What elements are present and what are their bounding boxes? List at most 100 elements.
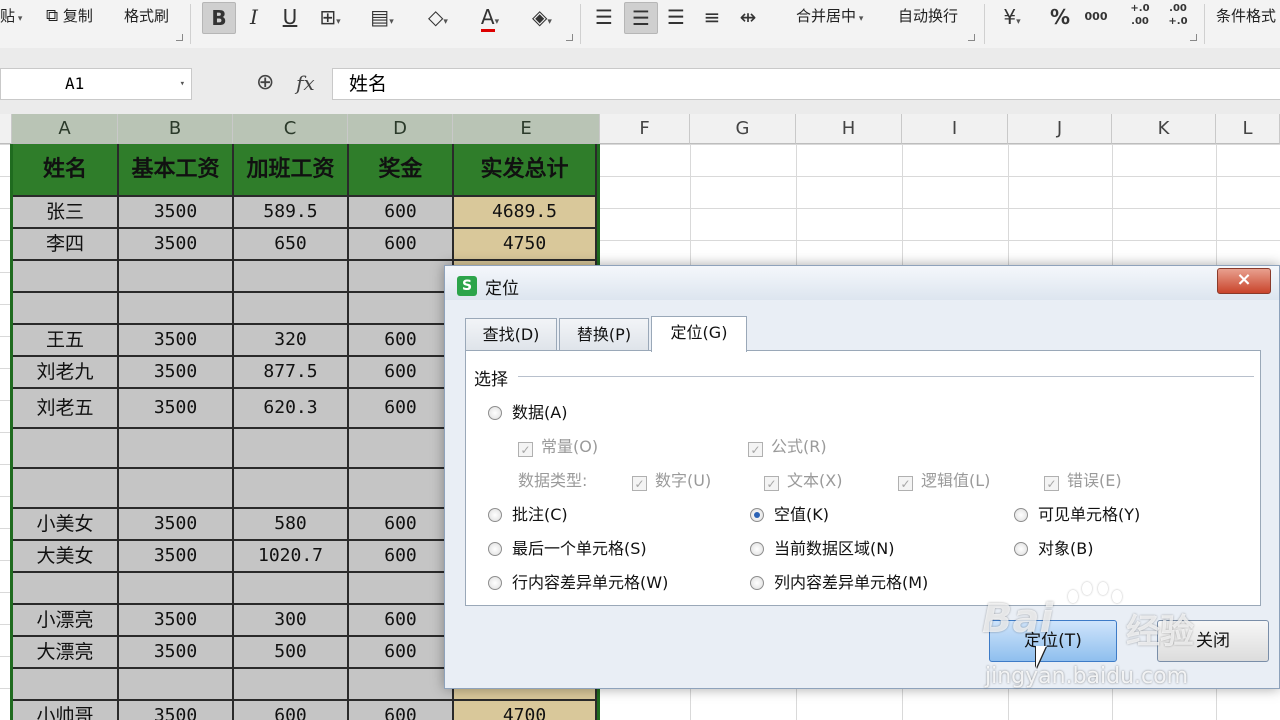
chevron-down-icon[interactable]: ▾ bbox=[180, 69, 185, 99]
table-cell[interactable] bbox=[234, 261, 349, 293]
table-cell[interactable]: 650 bbox=[234, 229, 349, 261]
table-cell[interactable]: 600 bbox=[349, 229, 454, 261]
name-box[interactable]: A1 ▾ bbox=[0, 68, 192, 100]
table-cell[interactable] bbox=[13, 573, 119, 605]
underline-button[interactable]: U bbox=[274, 2, 306, 32]
radio-object[interactable]: 对象(B) bbox=[1014, 539, 1093, 559]
table-cell[interactable]: 3500 bbox=[119, 325, 234, 357]
table-cell[interactable]: 4700 bbox=[454, 701, 597, 720]
table-cell[interactable] bbox=[234, 573, 349, 605]
table-cell[interactable] bbox=[234, 469, 349, 509]
column-header[interactable]: I bbox=[902, 114, 1008, 144]
table-cell[interactable] bbox=[349, 293, 454, 325]
column-header[interactable]: K bbox=[1112, 114, 1216, 144]
table-cell[interactable]: 大美女 bbox=[13, 541, 119, 573]
table-cell[interactable] bbox=[13, 261, 119, 293]
table-cell[interactable]: 4750 bbox=[454, 229, 597, 261]
table-cell[interactable]: 600 bbox=[349, 637, 454, 669]
justify-button[interactable]: ≡ bbox=[696, 2, 728, 32]
table-cell[interactable]: 620.3 bbox=[234, 389, 349, 429]
decrease-decimal-button[interactable]: .00 +.0 bbox=[1158, 2, 1198, 32]
table-cell[interactable]: 600 bbox=[349, 605, 454, 637]
column-header[interactable]: J bbox=[1008, 114, 1112, 144]
format-painter-button[interactable]: 格式刷 bbox=[124, 0, 169, 32]
dialog-launcher-icon[interactable] bbox=[1190, 34, 1197, 41]
table-cell[interactable]: 3500 bbox=[119, 605, 234, 637]
font-color-button[interactable]: A▾ bbox=[474, 2, 506, 32]
table-cell[interactable] bbox=[119, 293, 234, 325]
table-cell[interactable]: 大漂亮 bbox=[13, 637, 119, 669]
table-cell[interactable]: 3500 bbox=[119, 701, 234, 720]
zoom-formula-icon[interactable]: ⊕ bbox=[256, 68, 274, 98]
table-cell[interactable]: 3500 bbox=[119, 197, 234, 229]
table-cell[interactable]: 4689.5 bbox=[454, 197, 597, 229]
dialog-launcher-icon[interactable] bbox=[968, 34, 975, 41]
table-header-cell[interactable]: 奖金 bbox=[349, 144, 454, 197]
table-cell[interactable]: 320 bbox=[234, 325, 349, 357]
table-cell[interactable]: 600 bbox=[349, 325, 454, 357]
percent-button[interactable]: % bbox=[1044, 2, 1076, 32]
paste-button[interactable]: 贴 ▾ bbox=[0, 0, 22, 32]
checkbox-constant[interactable]: ✓ 常量(O) bbox=[518, 437, 598, 457]
table-cell[interactable] bbox=[119, 669, 234, 701]
table-cell[interactable] bbox=[349, 261, 454, 293]
currency-button[interactable]: ¥▾ bbox=[996, 2, 1028, 32]
table-cell[interactable]: 500 bbox=[234, 637, 349, 669]
checkbox-formula[interactable]: ✓ 公式(R) bbox=[748, 437, 827, 457]
radio-visible-cells[interactable]: 可见单元格(Y) bbox=[1014, 505, 1140, 525]
clear-format-button[interactable]: ◈▾ bbox=[526, 2, 558, 32]
table-cell[interactable] bbox=[349, 469, 454, 509]
dialog-launcher-icon[interactable] bbox=[176, 34, 183, 41]
table-cell[interactable]: 李四 bbox=[13, 229, 119, 261]
column-header[interactable]: H bbox=[796, 114, 902, 144]
increase-decimal-button[interactable]: +.0 .00 bbox=[1120, 2, 1160, 32]
dialog-launcher-icon[interactable] bbox=[566, 34, 573, 41]
table-cell[interactable]: 3500 bbox=[119, 637, 234, 669]
border-button[interactable]: ⊞▾ bbox=[314, 2, 346, 32]
table-cell[interactable] bbox=[13, 293, 119, 325]
insert-function-button[interactable]: fx bbox=[296, 68, 315, 98]
table-cell[interactable]: 589.5 bbox=[234, 197, 349, 229]
radio-current-region[interactable]: 当前数据区域(N) bbox=[750, 539, 894, 559]
table-cell[interactable] bbox=[119, 573, 234, 605]
radio-last-cell[interactable]: 最后一个单元格(S) bbox=[488, 539, 647, 559]
table-header-cell[interactable]: 加班工资 bbox=[234, 144, 349, 197]
align-center-button[interactable]: ☰ bbox=[624, 2, 658, 34]
italic-button[interactable]: I bbox=[238, 2, 270, 32]
column-header[interactable]: L bbox=[1216, 114, 1280, 144]
table-cell[interactable]: 王五 bbox=[13, 325, 119, 357]
distribute-button[interactable]: ⇹ bbox=[732, 2, 764, 32]
radio-column-differences[interactable]: 列内容差异单元格(M) bbox=[750, 573, 928, 593]
table-cell[interactable]: 3500 bbox=[119, 541, 234, 573]
column-header[interactable]: A bbox=[12, 114, 118, 144]
conditional-format-button[interactable]: 条件格式 bbox=[1216, 0, 1276, 32]
table-cell[interactable]: 刘老九 bbox=[13, 357, 119, 389]
table-cell[interactable]: 600 bbox=[349, 509, 454, 541]
table-cell[interactable]: 600 bbox=[349, 541, 454, 573]
checkbox-text[interactable]: ✓ 文本(X) bbox=[764, 471, 842, 491]
table-cell[interactable]: 877.5 bbox=[234, 357, 349, 389]
table-cell[interactable] bbox=[349, 573, 454, 605]
close-icon[interactable]: × bbox=[1217, 268, 1271, 294]
table-cell[interactable]: 600 bbox=[349, 389, 454, 429]
merge-center-button[interactable]: 合并居中 ▾ bbox=[796, 0, 863, 32]
align-left-button[interactable]: ☰ bbox=[588, 2, 620, 32]
table-header-cell[interactable]: 基本工资 bbox=[119, 144, 234, 197]
bold-button[interactable]: B bbox=[202, 2, 236, 34]
table-cell[interactable] bbox=[234, 669, 349, 701]
radio-data[interactable]: 数据(A) bbox=[488, 403, 567, 423]
table-cell[interactable]: 1020.7 bbox=[234, 541, 349, 573]
table-cell[interactable]: 600 bbox=[349, 197, 454, 229]
table-cell[interactable] bbox=[234, 429, 349, 469]
table-cell[interactable]: 张三 bbox=[13, 197, 119, 229]
radio-blank[interactable]: 空值(K) bbox=[750, 505, 829, 525]
tab-replace[interactable]: 替换(P) bbox=[559, 318, 649, 350]
checkbox-error[interactable]: ✓ 错误(E) bbox=[1044, 471, 1122, 491]
table-cell[interactable]: 300 bbox=[234, 605, 349, 637]
column-header[interactable]: B bbox=[118, 114, 233, 144]
table-cell[interactable] bbox=[349, 669, 454, 701]
tab-find[interactable]: 查找(D) bbox=[465, 318, 557, 350]
column-header[interactable]: E bbox=[453, 114, 600, 144]
table-cell[interactable] bbox=[13, 669, 119, 701]
checkbox-number[interactable]: ✓ 数字(U) bbox=[632, 471, 711, 491]
